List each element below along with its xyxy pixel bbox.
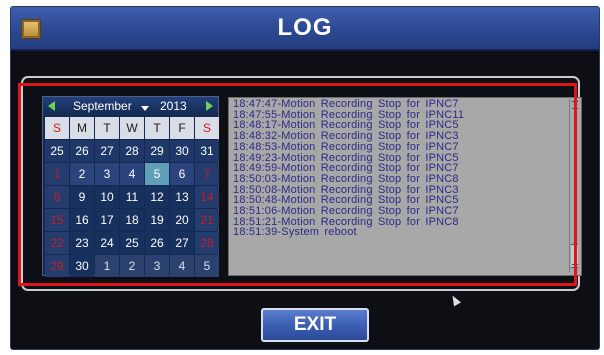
month-select[interactable]: September bbox=[73, 99, 132, 113]
title-bar: LOG bbox=[11, 7, 599, 51]
log-entry: 18:48:53-Motion Recording Stop for IPNC7 bbox=[233, 140, 459, 153]
scroll-up-icon[interactable] bbox=[572, 101, 578, 109]
calendar-day[interactable]: 28 bbox=[195, 232, 219, 254]
exit-button[interactable]: EXIT bbox=[261, 308, 369, 342]
weekday-header: S bbox=[195, 117, 219, 139]
calendar-day[interactable]: 3 bbox=[95, 163, 119, 185]
calendar-day[interactable]: 30 bbox=[170, 140, 194, 162]
calendar-day[interactable]: 10 bbox=[95, 186, 119, 208]
arrow-right-icon[interactable] bbox=[206, 101, 213, 111]
calendar-day[interactable]: 1 bbox=[95, 255, 119, 277]
calendar-day[interactable]: 25 bbox=[120, 232, 144, 254]
calendar-day[interactable]: 29 bbox=[45, 255, 69, 277]
calendar-day-selected[interactable]: 5 bbox=[145, 163, 169, 185]
calendar-day[interactable]: 2 bbox=[120, 255, 144, 277]
calendar-day[interactable]: 15 bbox=[45, 209, 69, 231]
weekday-header: W bbox=[120, 117, 144, 139]
calendar: September 2013 S M T W T F S 25 26 27 28… bbox=[42, 96, 219, 277]
weekday-header: T bbox=[95, 117, 119, 139]
log-entry: 18:51:39-System reboot bbox=[233, 226, 357, 239]
calendar-day[interactable]: 16 bbox=[70, 209, 94, 231]
calendar-header: September 2013 bbox=[43, 97, 218, 115]
calendar-day[interactable]: 27 bbox=[95, 140, 119, 162]
calendar-day[interactable]: 3 bbox=[145, 255, 169, 277]
calendar-day[interactable]: 18 bbox=[120, 209, 144, 231]
calendar-day[interactable]: 27 bbox=[170, 232, 194, 254]
chevron-down-icon[interactable] bbox=[141, 106, 149, 111]
weekday-header: F bbox=[170, 117, 194, 139]
calendar-day[interactable]: 1 bbox=[45, 163, 69, 185]
calendar-day[interactable]: 19 bbox=[145, 209, 169, 231]
weekday-header: T bbox=[145, 117, 169, 139]
calendar-day[interactable]: 31 bbox=[195, 140, 219, 162]
calendar-day[interactable]: 4 bbox=[120, 163, 144, 185]
calendar-day[interactable]: 17 bbox=[95, 209, 119, 231]
calendar-day[interactable]: 29 bbox=[145, 140, 169, 162]
calendar-day[interactable]: 7 bbox=[195, 163, 219, 185]
calendar-day[interactable]: 30 bbox=[70, 255, 94, 277]
calendar-day[interactable]: 20 bbox=[170, 209, 194, 231]
log-scrollbar[interactable] bbox=[569, 99, 580, 272]
calendar-day[interactable]: 5 bbox=[195, 255, 219, 277]
calendar-day[interactable]: 14 bbox=[195, 186, 219, 208]
scroll-down-icon[interactable] bbox=[572, 264, 578, 271]
calendar-day[interactable]: 2 bbox=[70, 163, 94, 185]
calendar-day[interactable]: 13 bbox=[170, 186, 194, 208]
calendar-day[interactable]: 11 bbox=[120, 186, 144, 208]
calendar-day[interactable]: 4 bbox=[170, 255, 194, 277]
calendar-day[interactable]: 22 bbox=[45, 232, 69, 254]
calendar-grid: S M T W T F S 25 26 27 28 29 30 31 1 2 3… bbox=[45, 117, 219, 277]
calendar-day[interactable]: 21 bbox=[195, 209, 219, 231]
log-list[interactable]: 18:47:47-Motion Recording Stop for IPNC7… bbox=[228, 97, 582, 276]
calendar-day[interactable]: 9 bbox=[70, 186, 94, 208]
arrow-left-icon[interactable] bbox=[48, 101, 55, 111]
weekday-header: S bbox=[45, 117, 69, 139]
log-lines: 18:47:47-Motion Recording Stop for IPNC7… bbox=[233, 99, 567, 238]
page-title: LOG bbox=[277, 14, 333, 41]
weekday-header: M bbox=[70, 117, 94, 139]
calendar-day[interactable]: 24 bbox=[95, 232, 119, 254]
calendar-day[interactable]: 26 bbox=[70, 140, 94, 162]
calendar-day[interactable]: 25 bbox=[45, 140, 69, 162]
calendar-day[interactable]: 8 bbox=[45, 186, 69, 208]
calendar-day[interactable]: 23 bbox=[70, 232, 94, 254]
calendar-day[interactable]: 28 bbox=[120, 140, 144, 162]
year-label: 2013 bbox=[160, 99, 187, 113]
calendar-day[interactable]: 12 bbox=[145, 186, 169, 208]
calendar-day[interactable]: 6 bbox=[170, 163, 194, 185]
calendar-day[interactable]: 26 bbox=[145, 232, 169, 254]
